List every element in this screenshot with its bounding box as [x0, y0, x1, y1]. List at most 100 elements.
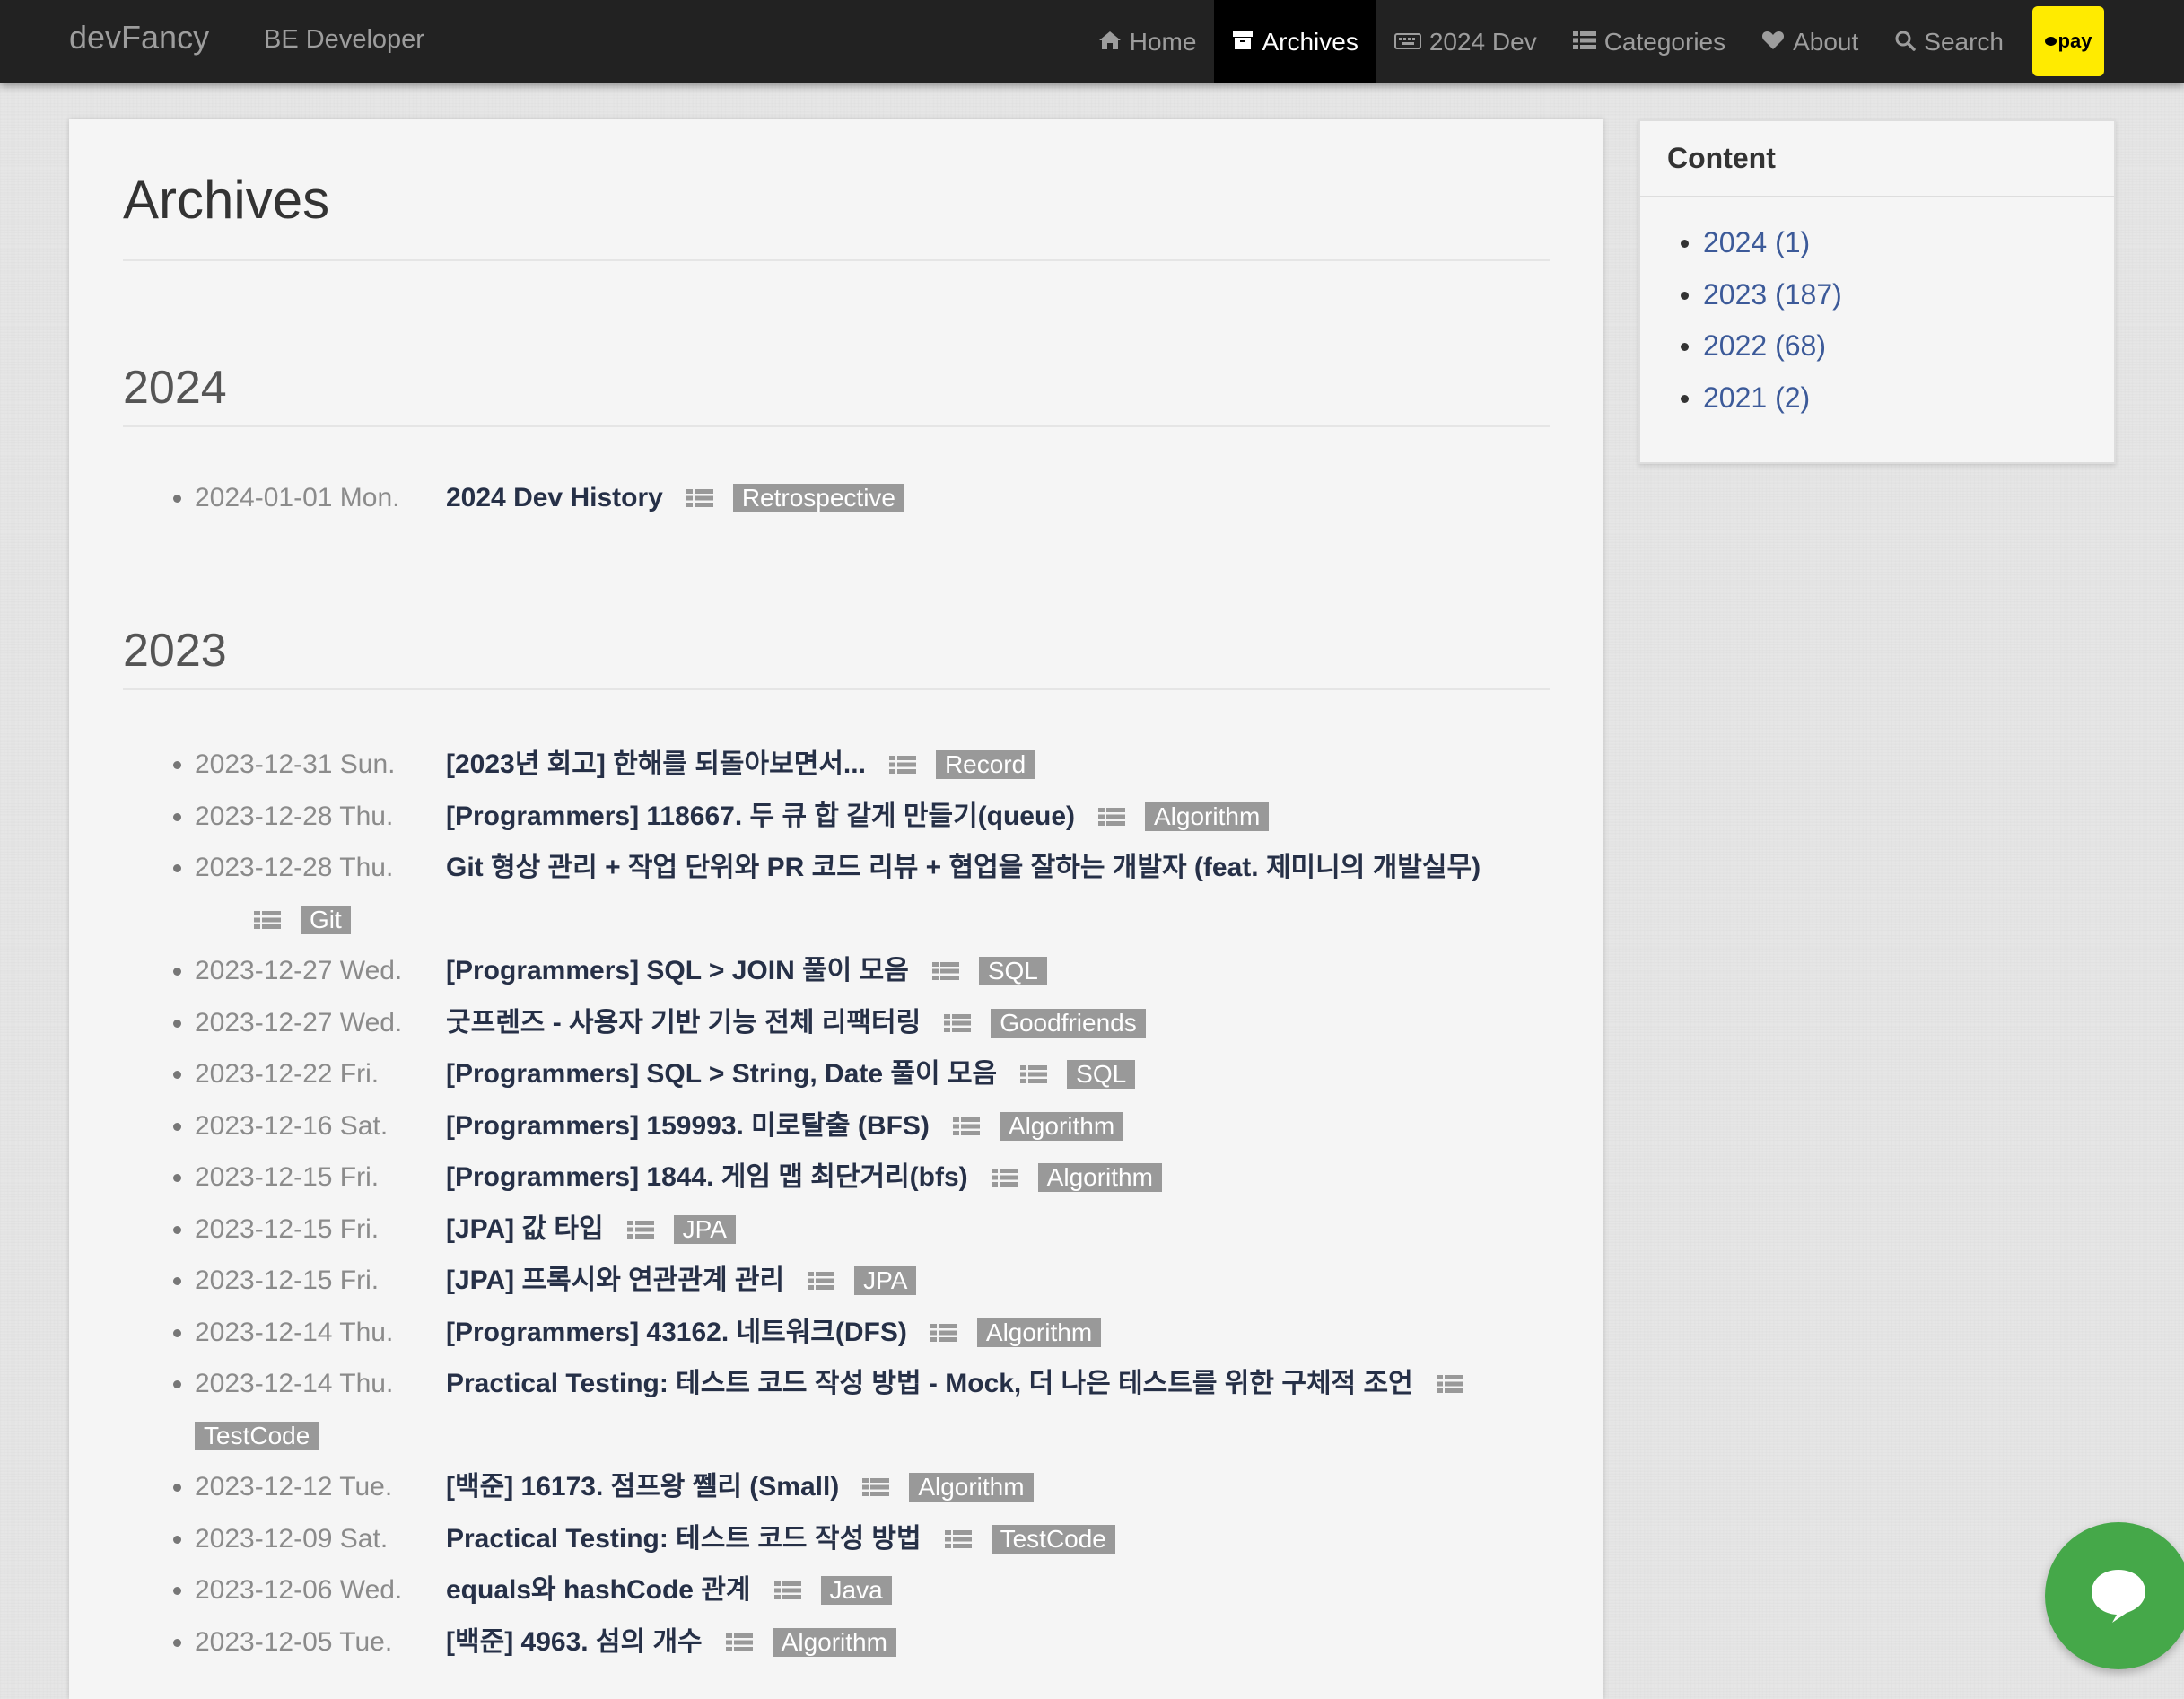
archives-panel: Archives 2024 2024-01-01 Mon. 2024 Dev Hi…	[69, 119, 1603, 1699]
post-meta-wrap: Git	[195, 894, 1559, 946]
nav-home-label: Home	[1129, 27, 1197, 56]
title-divider	[123, 259, 1550, 261]
post-title-link[interactable]: [Programmers] 43162. 네트워크(DFS)	[446, 1318, 907, 1347]
list-item: 2023-12-15 Fri. [Programmers] 1844. 게임 맵 …	[123, 1152, 1559, 1204]
nav-search[interactable]: Search	[1876, 0, 2022, 83]
nav-categories-label: Categories	[1603, 27, 1726, 56]
sidebar-item-2023[interactable]: 2023 (187)	[1640, 269, 2114, 321]
post-title-link[interactable]: [2023년 회고] 한해를 되돌아보면서...	[446, 749, 866, 779]
category-list-icon	[686, 489, 713, 507]
category-tag[interactable]: Algorithm	[909, 1473, 1034, 1502]
post-title-link[interactable]: [Programmers] 159993. 미로탈출 (BFS)	[446, 1111, 930, 1141]
category-tag[interactable]: Algorithm	[772, 1627, 896, 1657]
category-tag[interactable]: Algorithm	[1145, 801, 1270, 831]
post-date: 2023-12-14 Thu.	[195, 1369, 394, 1398]
sidebar-item-2021[interactable]: 2021 (2)	[1640, 372, 2114, 425]
heart-icon	[1761, 30, 1785, 55]
nav-categories[interactable]: Categories	[1555, 0, 1743, 83]
post-title-link[interactable]: 2024 Dev History	[446, 483, 663, 512]
post-date: 2024-01-01 Mon.	[195, 483, 400, 512]
kakao-pay-button[interactable]: pay	[2032, 6, 2104, 76]
category-tag[interactable]: TestCode	[195, 1421, 319, 1450]
post-title-link[interactable]: [Programmers] SQL > String, Date 풀이 모음	[446, 1059, 997, 1089]
category-tag[interactable]: SQL	[978, 957, 1047, 985]
category-tag[interactable]: Git	[301, 905, 351, 934]
sidebar-content-panel: Content 2024 (1) 2023 (187) 2022 (68) 20…	[1638, 119, 2116, 464]
nav-archives-label: Archives	[1262, 27, 1358, 56]
category-list-icon	[725, 1633, 753, 1651]
nav-about-label: About	[1793, 27, 1859, 56]
post-title-link[interactable]: [Programmers] SQL > JOIN 풀이 모음	[446, 956, 909, 985]
chat-bubble-icon	[2092, 1570, 2145, 1623]
nav-2024-dev-label: 2024 Dev	[1428, 27, 1537, 56]
category-list-icon	[952, 1117, 980, 1135]
category-list-icon	[1098, 807, 1125, 826]
site-tagline[interactable]: BE Developer	[264, 22, 424, 57]
archive-icon	[1232, 30, 1254, 55]
nav-home[interactable]: Home	[1080, 0, 1215, 83]
nav-about[interactable]: About	[1743, 0, 1876, 83]
post-title-link[interactable]: 굿프렌즈 - 사용자 기반 기능 전체 리팩터링	[446, 1008, 921, 1038]
post-title-link[interactable]: [JPA] 프록시와 연관관계 관리	[446, 1265, 784, 1295]
nav-menu: Home Archives 2024 Dev Categories About	[1080, 0, 2184, 83]
list-item: 2023-12-27 Wed. [Programmers] SQL > JOIN …	[123, 945, 1559, 997]
nav-2024-dev[interactable]: 2024 Dev	[1376, 0, 1555, 83]
sidebar-item-2022[interactable]: 2022 (68)	[1640, 320, 2114, 372]
category-list-icon	[930, 1323, 957, 1342]
list-item: 2023-12-05 Tue. [백준] 4963. 섬의 개수 Algorithm	[123, 1616, 1559, 1668]
year-divider-2023	[123, 688, 1550, 690]
post-date: 2023-12-16 Sat.	[195, 1110, 389, 1141]
category-tag[interactable]: TestCode	[991, 1524, 1115, 1554]
category-list-icon	[991, 1169, 1018, 1187]
category-tag[interactable]: Record	[935, 750, 1035, 779]
sidebar-item-2024[interactable]: 2024 (1)	[1640, 217, 2114, 269]
category-list-icon	[626, 1220, 654, 1239]
list-item: 2023-12-31 Sun. [2023년 회고] 한해를 되돌아보면서... R…	[123, 739, 1559, 791]
category-tag[interactable]: Java	[820, 1576, 892, 1605]
post-title-link[interactable]: [백준] 16173. 점프왕 쩰리 (Small)	[446, 1472, 839, 1502]
post-date: 2023-12-09 Sat.	[195, 1523, 389, 1554]
post-title-link[interactable]: Practical Testing: 테스트 코드 작성 방법	[446, 1524, 922, 1554]
chat-button[interactable]	[2045, 1522, 2184, 1669]
post-title-link[interactable]: [백준] 4963. 섬의 개수	[446, 1627, 703, 1657]
list-item: 2023-12-22 Fri. [Programmers] SQL > Strin…	[123, 1048, 1559, 1100]
nav-search-label: Search	[1924, 27, 2004, 56]
list-item: 2023-12-14 Thu. [Programmers] 43162. 네트워크…	[123, 1307, 1559, 1359]
category-tag[interactable]: Algorithm	[1037, 1163, 1162, 1192]
category-tag[interactable]: Algorithm	[976, 1318, 1102, 1347]
category-list-icon	[254, 910, 281, 929]
year-heading-2024: 2024	[123, 362, 227, 414]
list-icon	[1572, 31, 1596, 54]
post-title-link[interactable]: [Programmers] 118667. 두 큐 합 같게 만들기(queue…	[446, 801, 1075, 831]
category-list-icon	[931, 962, 959, 980]
category-tag[interactable]: Retrospective	[732, 484, 904, 512]
list-item: 2023-12-06 Wed. equals와 hashCode 관계 Java	[123, 1564, 1559, 1616]
post-title-link[interactable]: Git 형상 관리 + 작업 단위와 PR 코드 리뷰 + 협업을 잘하는 개발…	[446, 853, 1481, 882]
post-date: 2023-12-27 Wed.	[195, 956, 403, 985]
post-title-link[interactable]: [Programmers] 1844. 게임 맵 최단거리(bfs)	[446, 1162, 968, 1192]
post-date: 2023-12-14 Thu.	[195, 1317, 394, 1347]
home-icon	[1098, 30, 1122, 55]
site-brand[interactable]: devFancy	[69, 16, 209, 59]
post-date: 2023-12-31 Sun.	[195, 749, 396, 779]
post-date: 2023-12-15 Fri.	[195, 1162, 380, 1192]
category-tag[interactable]: Goodfriends	[991, 1008, 1146, 1038]
category-list-icon	[1020, 1065, 1048, 1083]
list-item: 2023-12-12 Tue. [백준] 16173. 점프왕 쩰리 (Small…	[123, 1461, 1559, 1513]
category-tag[interactable]: JPA	[854, 1266, 917, 1295]
list-item: 2023-12-16 Sat. [Programmers] 159993. 미로탈…	[123, 1100, 1559, 1152]
year-heading-2023: 2023	[123, 625, 227, 677]
post-title-link[interactable]: [JPA] 값 타입	[446, 1214, 604, 1244]
category-tag[interactable]: Algorithm	[999, 1111, 1124, 1141]
nav-archives[interactable]: Archives	[1214, 0, 1376, 83]
category-list-icon	[773, 1581, 801, 1599]
post-list-2024: 2024-01-01 Mon. 2024 Dev History Retrospec…	[123, 472, 1559, 524]
category-tag[interactable]: JPA	[673, 1214, 736, 1244]
category-list-icon	[808, 1272, 835, 1290]
post-title-link[interactable]: equals와 hashCode 관계	[446, 1575, 751, 1605]
post-title-link[interactable]: Practical Testing: 테스트 코드 작성 방법 - Mock, …	[446, 1369, 1413, 1398]
year-divider-2024	[123, 425, 1550, 427]
post-date: 2023-12-15 Fri.	[195, 1213, 380, 1244]
category-tag[interactable]: SQL	[1067, 1060, 1136, 1089]
category-list-icon	[944, 1013, 972, 1032]
